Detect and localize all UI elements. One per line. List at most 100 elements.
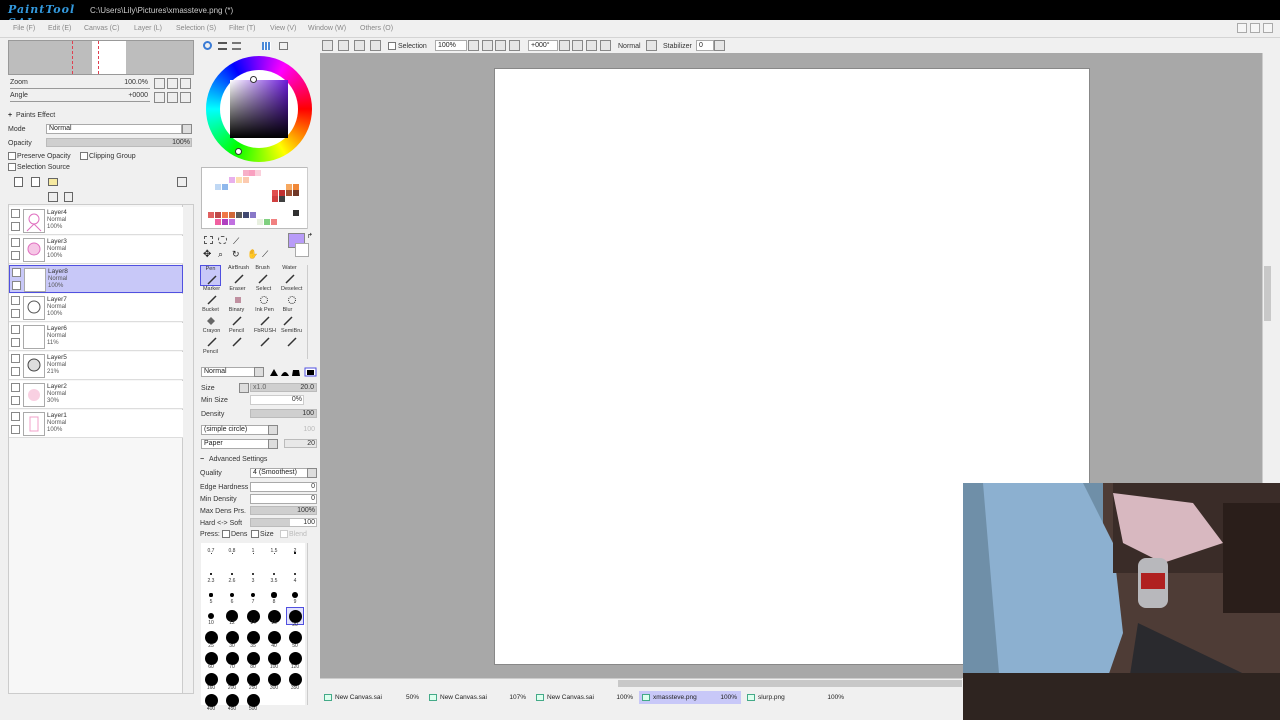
rotate-left-button[interactable]	[572, 40, 583, 51]
swatch[interactable]	[243, 177, 249, 183]
tool-marker[interactable]: Marker	[201, 286, 222, 307]
layer-row[interactable]: Layer6 Normal 11%	[9, 323, 183, 351]
canvas-tab[interactable]: New Canvas.sai 100%	[533, 691, 637, 704]
brush-size-dot[interactable]	[267, 630, 281, 644]
swatch[interactable]	[272, 196, 278, 202]
sv-marker[interactable]	[235, 148, 242, 155]
layer-row[interactable]: Layer7 Normal 100%	[9, 294, 183, 322]
zoom-slider[interactable]	[10, 88, 150, 89]
brush-size-dot[interactable]	[246, 672, 260, 686]
layer-row[interactable]: Layer1 Normal 100%	[9, 410, 183, 438]
rotate-right-button[interactable]	[586, 40, 597, 51]
saturation-value-square[interactable]	[230, 80, 288, 138]
hsv-slider-icon[interactable]	[232, 42, 241, 50]
blend-mode-dropdown[interactable]	[646, 40, 657, 51]
brush-size-dot[interactable]	[246, 630, 260, 644]
rotate-icon[interactable]: ↻	[232, 249, 240, 260]
transfer-down-icon[interactable]	[48, 192, 58, 202]
layer-row[interactable]: Layer4 Normal 100%	[9, 207, 183, 235]
lock-icon[interactable]	[11, 251, 20, 260]
rotate-reset-button[interactable]	[600, 40, 611, 51]
brush-size-grid[interactable]: 0.7 0.8 1 1.5 2 2.3 2.6 3 3.5 4 5 6 7 8 9 10 12 14 16 20 25 3…	[201, 543, 305, 712]
brush-size-dot[interactable]	[230, 593, 234, 597]
swatch[interactable]	[236, 177, 242, 183]
selection-source-checkbox[interactable]	[8, 163, 16, 171]
menu-file[interactable]: File (F)	[13, 25, 35, 32]
brush-size-dot[interactable]	[250, 592, 256, 598]
angle-field[interactable]: +000°	[528, 40, 558, 51]
lasso-icon[interactable]	[218, 236, 227, 244]
brush-size-dot[interactable]	[204, 693, 218, 707]
canvas-menu-button[interactable]	[322, 40, 333, 51]
canvas-tab[interactable]: New Canvas.sai 50%	[321, 691, 423, 704]
brush-size-dot[interactable]	[288, 672, 302, 686]
zoom-icon[interactable]: ⌕	[218, 249, 223, 260]
brush-size-dot[interactable]	[225, 651, 239, 665]
tool-brush[interactable]: Brush	[252, 265, 273, 286]
scratchpad-icon[interactable]	[279, 42, 288, 50]
zoom-reset-button[interactable]	[509, 40, 520, 51]
swatch[interactable]	[243, 212, 249, 218]
magic-wand-icon[interactable]: ⟋	[233, 236, 239, 247]
undo-button[interactable]	[338, 40, 349, 51]
scroll-thumb[interactable]	[1264, 266, 1271, 321]
paints-effect-expand-icon[interactable]: +	[8, 112, 12, 119]
swatch[interactable]	[215, 212, 221, 218]
zoom-reset-button[interactable]	[180, 78, 191, 89]
tool-select[interactable]: Select	[253, 286, 274, 307]
hue-marker[interactable]	[250, 76, 257, 83]
brush-shape-select[interactable]: (simple circle)	[201, 425, 276, 435]
color-wheel-icon[interactable]	[203, 41, 212, 50]
lock-icon[interactable]	[11, 396, 20, 405]
zoom-out-button[interactable]	[154, 78, 165, 89]
preserve-opacity-checkbox[interactable]	[8, 152, 16, 160]
brush-size-dot[interactable]	[207, 612, 215, 620]
size-multiplier-dropdown[interactable]	[239, 383, 249, 393]
rotate-left-button[interactable]	[154, 92, 165, 103]
swatch[interactable]	[229, 212, 235, 218]
tool-eraser[interactable]: Eraser	[227, 286, 248, 307]
swatch[interactable]	[279, 196, 285, 202]
deselect-button[interactable]	[370, 40, 381, 51]
press-size-checkbox[interactable]	[251, 530, 259, 538]
tool-pen[interactable]: Pen	[200, 265, 221, 286]
tool-semibrush[interactable]: SemiBru	[281, 328, 302, 349]
lock-icon[interactable]	[11, 309, 20, 318]
swatch-toggle-icon[interactable]	[262, 42, 271, 50]
hand-icon[interactable]: ✋	[247, 249, 258, 260]
brush-size-dot[interactable]	[231, 573, 233, 575]
quality-select[interactable]: 4 (Smoothest)	[250, 468, 308, 478]
canvas-tab[interactable]: New Canvas.sai 107%	[426, 691, 530, 704]
brush-texture-select[interactable]: Paper	[201, 439, 276, 449]
chevron-down-icon[interactable]	[268, 439, 278, 449]
brush-size-dot[interactable]	[210, 573, 212, 575]
new-linework-layer-icon[interactable]	[31, 177, 40, 187]
tool-pencil[interactable]: Pencil	[226, 328, 247, 349]
chevron-down-icon[interactable]	[307, 468, 317, 478]
menu-layer[interactable]: Layer (L)	[134, 25, 162, 32]
layer-row[interactable]: Layer3 Normal 100%	[9, 236, 183, 264]
zoom-field[interactable]: 100%	[435, 40, 467, 51]
layer-row-selected[interactable]: Layer8 Normal 100%	[9, 265, 183, 293]
stabilizer-dropdown[interactable]	[714, 40, 725, 51]
menu-view[interactable]: View (V)	[270, 25, 296, 32]
tool-blur[interactable]: Blur	[277, 307, 298, 328]
canvas-tab[interactable]: slurp.png 100%	[744, 691, 848, 704]
swatch[interactable]	[286, 190, 292, 196]
brush-size-dot[interactable]	[252, 573, 254, 575]
visibility-toggle[interactable]	[11, 209, 20, 218]
minimize-button[interactable]	[1237, 23, 1247, 33]
tool-scrollbar[interactable]	[307, 265, 317, 359]
swatch[interactable]	[255, 170, 261, 176]
brush-size-dot[interactable]	[204, 630, 218, 644]
menu-canvas[interactable]: Canvas (C)	[84, 25, 119, 32]
new-folder-icon[interactable]	[48, 178, 58, 186]
close-button[interactable]	[1263, 23, 1273, 33]
lock-icon[interactable]	[11, 367, 20, 376]
brush-size-dot[interactable]	[288, 609, 302, 623]
visibility-toggle[interactable]	[12, 268, 21, 277]
maximize-button[interactable]	[1250, 23, 1260, 33]
brush-size-dot[interactable]	[246, 651, 260, 665]
layer-panel-menu-icon[interactable]	[177, 177, 187, 187]
brush-size-dot[interactable]	[204, 651, 218, 665]
